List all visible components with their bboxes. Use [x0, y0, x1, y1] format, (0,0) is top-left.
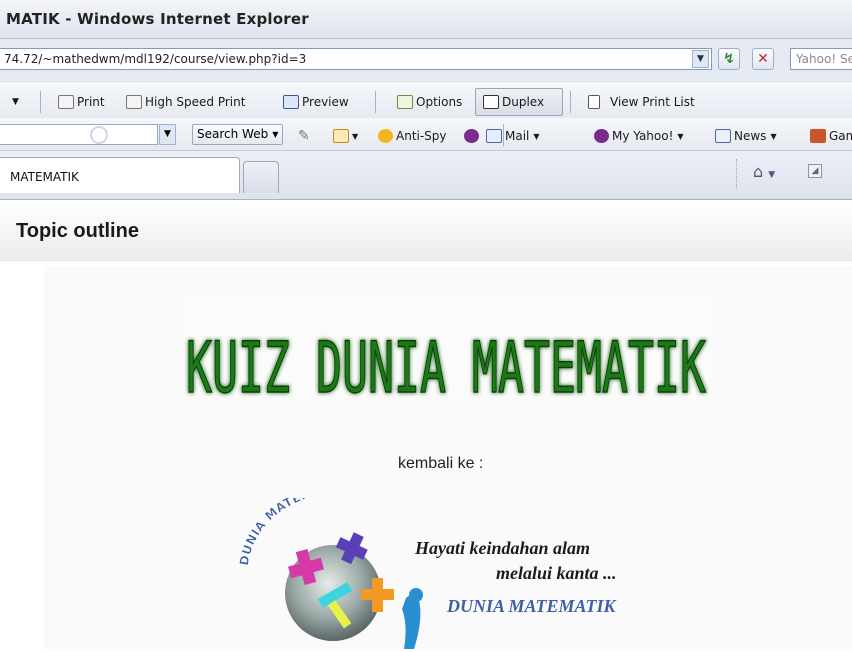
toolbar-chevron-icon[interactable]: ▼: [12, 93, 19, 111]
yahoo-search-input[interactable]: Yahoo! Se: [790, 48, 852, 70]
tab-label: MATEMATIK: [10, 170, 79, 184]
address-dropdown-icon[interactable]: ▼: [692, 50, 709, 68]
print-button[interactable]: Print: [58, 93, 105, 111]
headset-button[interactable]: [464, 127, 482, 145]
banner-text: KUIZ DUNIA MATEMATIK: [186, 327, 706, 402]
new-tab-button[interactable]: [243, 161, 279, 193]
print-list-icon: [588, 95, 600, 109]
home-icon[interactable]: ⌂ ▼: [753, 162, 775, 181]
kuiz-banner-graphic: KUIZ DUNIA MATEMATIK: [185, 326, 706, 402]
window-icon: [333, 129, 349, 143]
window-option-button[interactable]: ▼: [333, 127, 358, 145]
slogan-line-2: melalui kanta ...: [496, 563, 617, 583]
preview-icon: [283, 95, 299, 109]
search-web-button[interactable]: Search Web ▼: [192, 124, 284, 145]
rss-icon[interactable]: ◢: [808, 164, 822, 178]
high-speed-print-button[interactable]: High Speed Print: [126, 93, 245, 111]
print-toolbar: ▼ Print High Speed Print Preview Options…: [0, 84, 852, 118]
headset-icon: [464, 129, 479, 143]
games-icon: [810, 129, 826, 143]
antispy-icon: [378, 129, 393, 143]
window-titlebar: MATIK - Windows Internet Explorer: [0, 0, 852, 39]
tab-row: MATEMATIK: [0, 151, 852, 200]
toolbar-separator: [375, 91, 376, 113]
yahoo-toolbar-search-input[interactable]: [0, 124, 158, 145]
view-print-list-button[interactable]: View Print List: [588, 93, 695, 111]
toolbar-separator: [40, 91, 41, 113]
games-button[interactable]: Gam: [810, 127, 852, 145]
preview-button[interactable]: Preview: [283, 93, 349, 111]
mail-button[interactable]: Mail ▼: [486, 127, 540, 145]
news-icon: [715, 129, 731, 143]
toolbar-separator: [570, 91, 571, 113]
slogan-brand: DUNIA MATEMATIK: [447, 596, 616, 616]
tab-matematik[interactable]: MATEMATIK: [0, 157, 240, 193]
my-yahoo-button[interactable]: My Yahoo! ▼: [594, 127, 684, 145]
duplex-icon: [483, 95, 499, 109]
page-title: Topic outline: [16, 220, 139, 242]
address-url[interactable]: 74.72/~mathedwm/mdl192/course/view.php?i…: [4, 52, 306, 66]
my-yahoo-icon: [594, 129, 609, 143]
tab-row-separator: [736, 159, 738, 189]
print-icon: [58, 95, 74, 109]
figure-icon: [402, 594, 421, 649]
address-bar[interactable]: 74.72/~mathedwm/mdl192/course/view.php?i…: [0, 48, 712, 70]
window-title: MATIK - Windows Internet Explorer: [6, 10, 309, 28]
mail-icon: [486, 129, 502, 143]
options-icon: [397, 95, 413, 109]
refresh-icon[interactable]: ↯: [718, 48, 740, 70]
pen-icon[interactable]: ✎: [298, 127, 310, 145]
back-label: kembali ke :: [398, 455, 484, 472]
toolbar-separator: [503, 124, 504, 146]
address-row: 74.72/~mathedwm/mdl192/course/view.php?i…: [0, 39, 852, 83]
topic-header: Topic outline: [0, 200, 852, 261]
options-button[interactable]: Options: [397, 93, 462, 111]
antispy-button[interactable]: Anti-Spy: [378, 127, 447, 145]
yahoo-search-placeholder: Yahoo! Se: [796, 52, 852, 66]
slogan-line-1: Hayati keindahan alam: [415, 538, 591, 558]
magnifier-icon: [90, 126, 108, 144]
kuiz-banner: KUIZ DUNIA MATEMATIK: [182, 298, 710, 402]
stop-icon[interactable]: ✕: [752, 48, 774, 70]
news-button[interactable]: News ▼: [715, 127, 777, 145]
duplex-label-wrap[interactable]: Duplex: [483, 93, 544, 111]
search-dropdown-icon[interactable]: ▼: [159, 124, 176, 145]
print-icon: [126, 95, 142, 109]
